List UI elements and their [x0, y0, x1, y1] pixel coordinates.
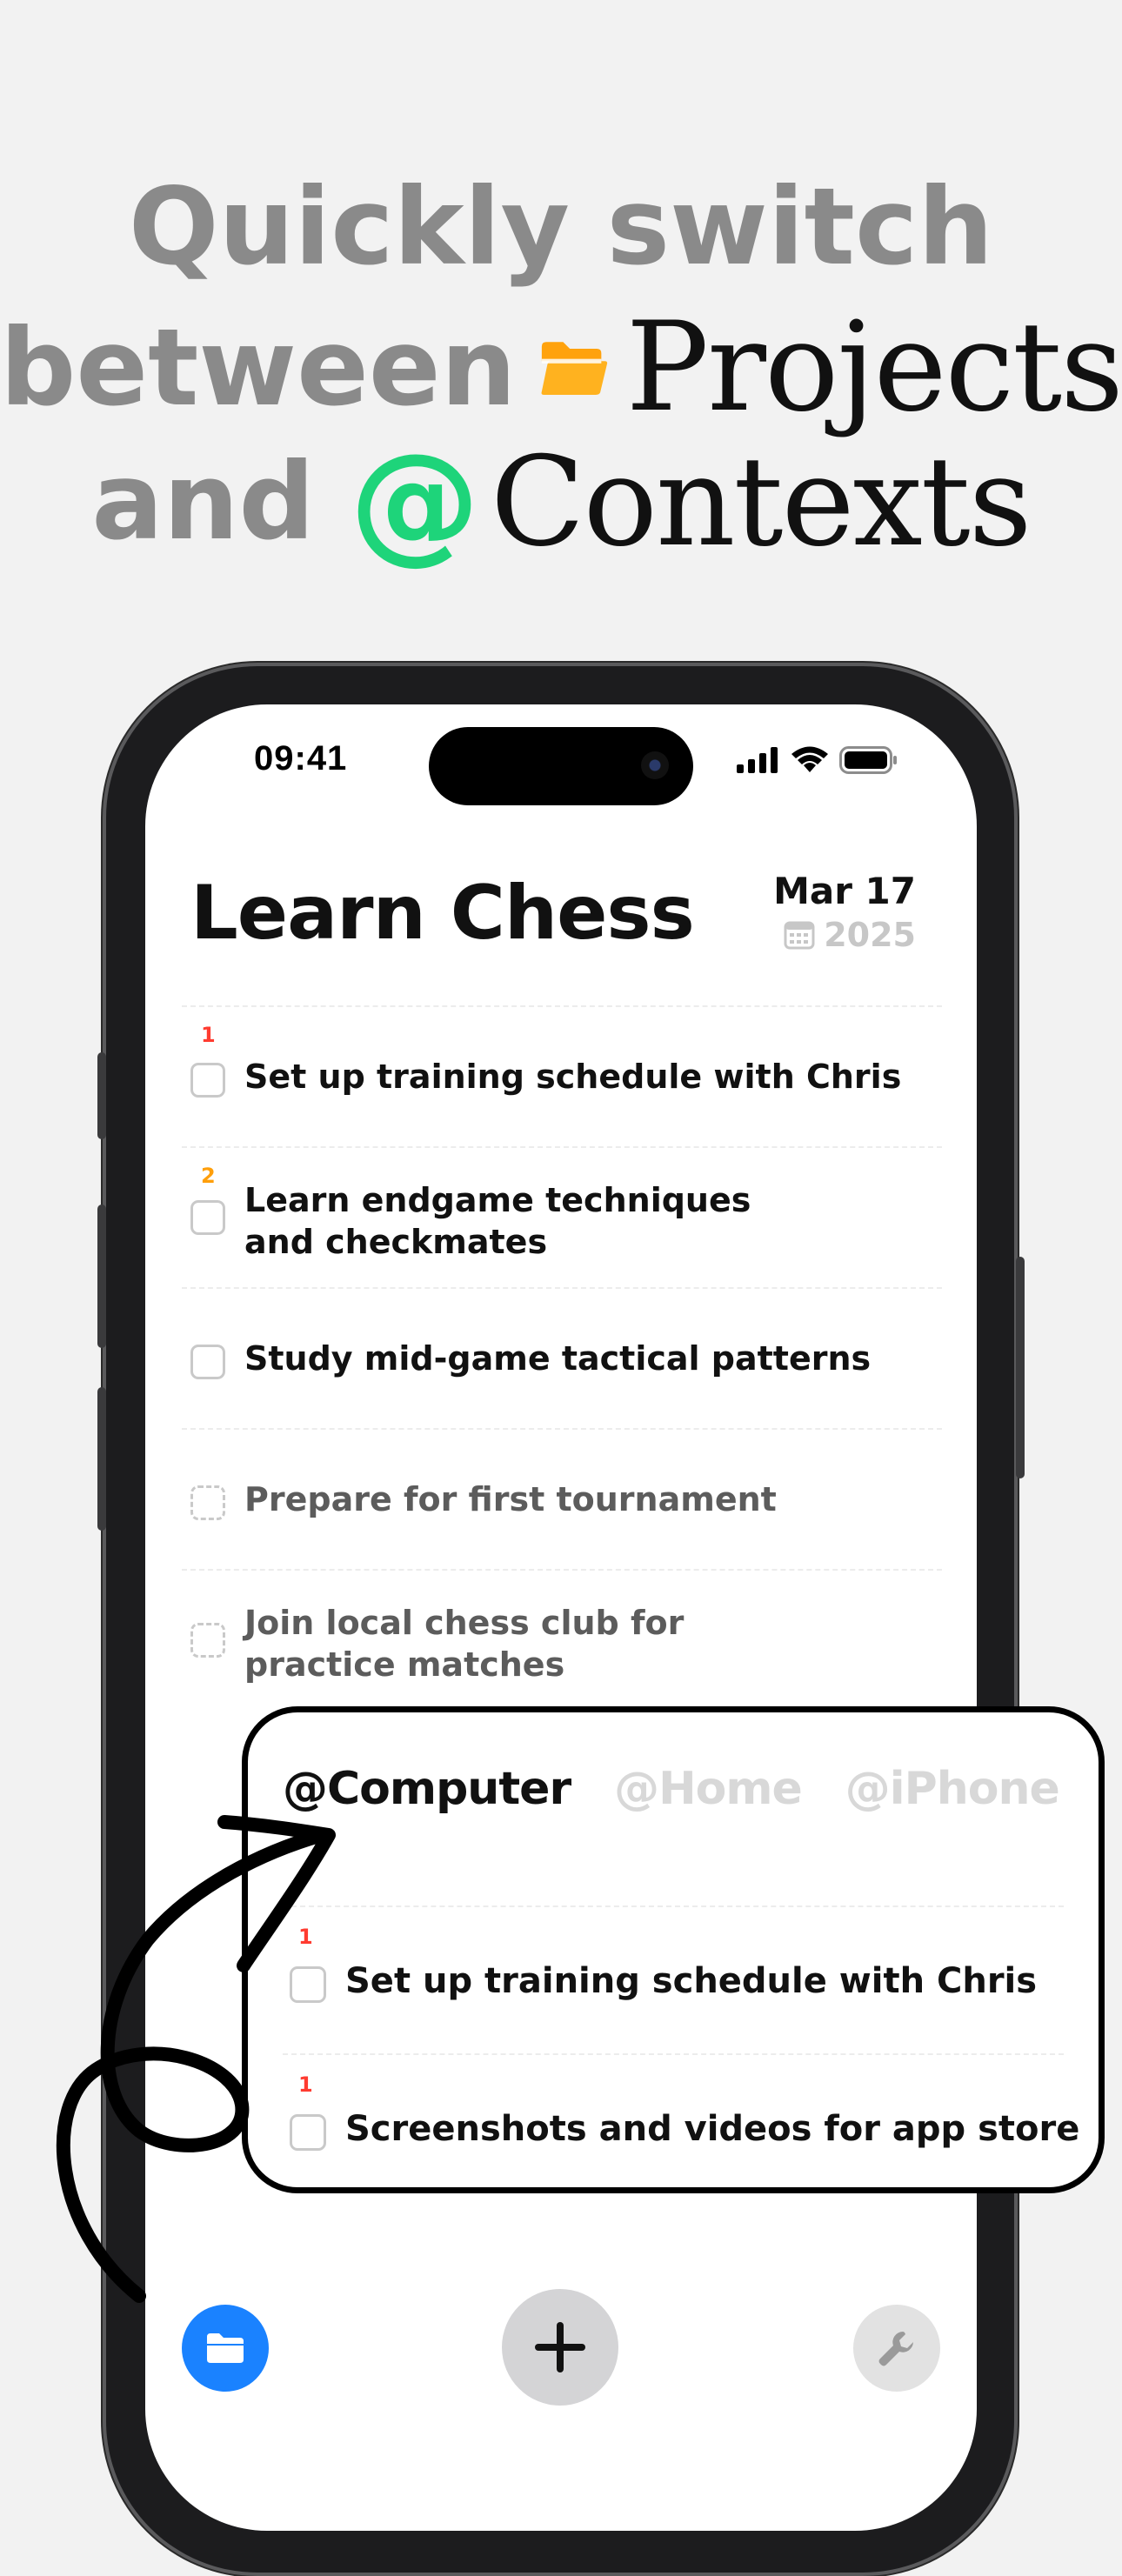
folder-icon [542, 341, 608, 395]
date-label: Mar 17 [773, 870, 916, 912]
tab-iphone[interactable]: @iPhone [845, 1763, 1060, 1815]
priority-badge: 1 [298, 1925, 313, 1949]
context-task-row[interactable]: 1 Set up training schedule with Chris [283, 1905, 1064, 2055]
context-card: @Computer @Home @iPhone @ 1 Set up train… [242, 1706, 1105, 2193]
task-row[interactable]: Prepare for first tournament [182, 1428, 942, 1569]
wifi-icon [791, 746, 828, 772]
tab-home[interactable]: @Home [614, 1763, 803, 1815]
task-list: 1 Set up training schedule with Chris 2 … [145, 1005, 977, 1710]
volume-down-button [97, 1387, 106, 1531]
task-checkbox[interactable] [290, 2114, 326, 2151]
headline-line-3: and @ Contexts [0, 426, 1122, 577]
headline-line-2: between Projects [0, 296, 1122, 439]
task-label: Prepare for first tournament [244, 1480, 777, 1518]
action-button [97, 1052, 106, 1139]
calendar-icon [784, 921, 815, 950]
cellular-signal-icon [737, 747, 778, 773]
phone-screen: 09:41 Learn Chess Mar 17 2025 1 Set up t… [145, 704, 977, 2531]
dynamic-island [429, 727, 693, 805]
headline-text-quickly-switch: Quickly switch [128, 165, 994, 289]
status-icons [737, 746, 898, 774]
task-label: Screenshots and videos for app store [345, 2109, 1080, 2149]
task-checkbox[interactable] [190, 1345, 225, 1379]
tab-more[interactable]: @ [1103, 1763, 1105, 1815]
plus-icon [535, 2322, 585, 2372]
task-row[interactable]: 1 Set up training schedule with Chris [182, 1005, 942, 1146]
task-checkbox[interactable] [290, 1966, 326, 2003]
headline-line-1: Quickly switch [0, 165, 1122, 289]
context-tabs: @Computer @Home @iPhone @ [283, 1763, 1105, 1815]
status-time: 09:41 [254, 739, 348, 777]
add-task-button[interactable] [502, 2289, 618, 2406]
task-checkbox[interactable] [190, 1063, 225, 1098]
battery-icon [839, 746, 897, 774]
task-row[interactable]: Study mid-game tactical patterns [182, 1287, 942, 1428]
year-label: 2025 [824, 916, 916, 954]
task-label: Learn endgame techniques and checkmates [244, 1181, 751, 1261]
task-label: Join local chess club for practice match… [244, 1604, 685, 1684]
task-checkbox-someday[interactable] [190, 1485, 225, 1520]
priority-badge: 2 [201, 1164, 216, 1188]
task-row[interactable]: 2 Learn endgame techniques and checkmate… [182, 1146, 942, 1287]
priority-badge: 1 [298, 2072, 313, 2097]
projects-button[interactable] [182, 2305, 269, 2392]
task-label: Study mid-game tactical patterns [244, 1339, 872, 1378]
headline-text-between: between [0, 305, 517, 430]
headline-text-and: and [91, 440, 315, 564]
project-title: Learn Chess [190, 870, 695, 957]
headline-text-contexts: Contexts [490, 430, 1032, 574]
priority-badge: 1 [201, 1023, 216, 1047]
power-button [1016, 1257, 1025, 1478]
date-display[interactable]: Mar 17 2025 [773, 870, 916, 954]
task-row[interactable]: Join local chess club for practice match… [182, 1569, 942, 1710]
front-camera-icon [641, 751, 669, 779]
task-label: Set up training schedule with Chris [345, 1961, 1038, 2001]
volume-up-button [97, 1205, 106, 1348]
wrench-icon [878, 2332, 913, 2366]
folder-icon [207, 2333, 244, 2363]
at-symbol-icon: @ [349, 426, 480, 577]
context-task-row[interactable]: 1 Screenshots and videos for app store [283, 2053, 1079, 2187]
task-label: Set up training schedule with Chris [244, 1058, 902, 1096]
headline-text-projects: Projects [625, 296, 1122, 439]
year-row: 2025 [773, 916, 916, 954]
task-checkbox[interactable] [190, 1200, 225, 1235]
settings-button[interactable] [853, 2305, 940, 2392]
tab-computer[interactable]: @Computer [283, 1763, 571, 1815]
task-checkbox-someday[interactable] [190, 1623, 225, 1658]
